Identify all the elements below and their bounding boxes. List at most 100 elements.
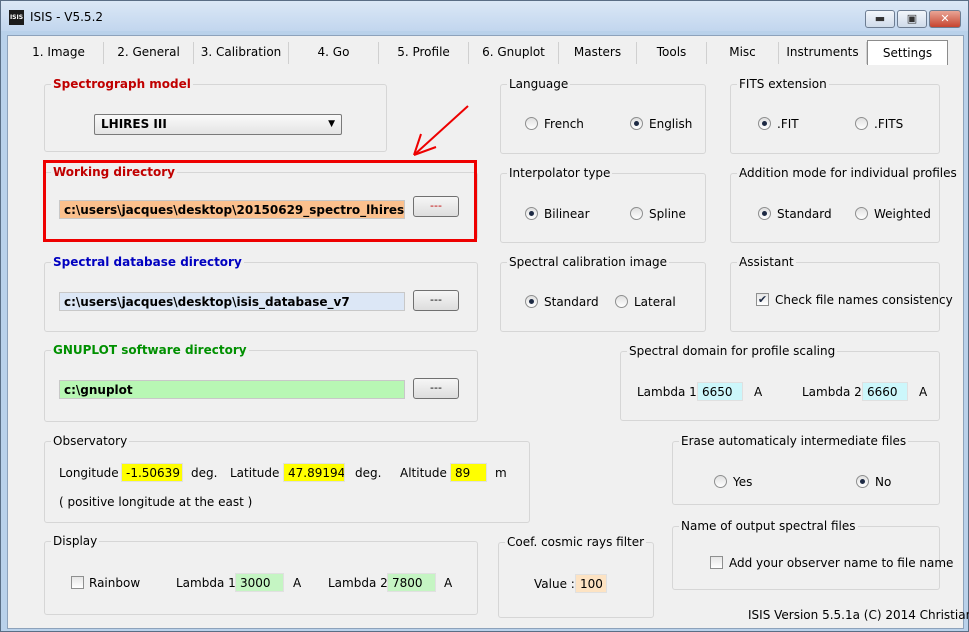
display-lambda2-unit: A xyxy=(444,576,453,590)
spline-radio[interactable] xyxy=(630,207,643,220)
altitude-input[interactable]: 89 xyxy=(450,463,487,482)
assistant-label: Assistant xyxy=(737,255,796,269)
spectrograph-select[interactable]: LHIRES III ▼ xyxy=(94,114,342,135)
bilinear-label: Bilinear xyxy=(544,207,590,221)
tab-image[interactable]: 1. Image xyxy=(14,42,104,64)
erase-no-radio[interactable] xyxy=(856,475,869,488)
tab-general[interactable]: 2. General xyxy=(104,42,194,64)
red-arrow-icon xyxy=(413,105,469,156)
maximize-button[interactable]: ▣ xyxy=(897,10,927,28)
addition-label: Addition mode for individual profiles xyxy=(737,166,959,180)
fit-label: .FIT xyxy=(777,117,799,131)
cosmic-group: Coef. cosmic rays filter Value : 100 xyxy=(498,535,654,618)
display-lambda1-unit: A xyxy=(293,576,302,590)
addition-standard-label: Standard xyxy=(777,207,832,221)
bilinear-radio[interactable] xyxy=(525,207,538,220)
tab-profile[interactable]: 5. Profile xyxy=(379,42,469,64)
french-radio[interactable] xyxy=(525,117,538,130)
longitude-input[interactable]: -1.50639 xyxy=(121,463,183,482)
check-names-label: Check file names consistency xyxy=(775,293,953,307)
isis-logo-icon: ISIS xyxy=(9,10,24,25)
minimize-button[interactable]: ▬ xyxy=(865,10,895,28)
fits-group: FITS extension .FIT .FITS xyxy=(730,77,940,154)
close-button[interactable]: ✕ xyxy=(929,10,961,28)
domain-lambda2-unit: A xyxy=(919,385,928,399)
addition-group: Addition mode for individual profiles St… xyxy=(730,166,959,243)
display-group: Display Rainbow Lambda 1 : 3000 A Lambda… xyxy=(44,534,478,615)
interpolator-group: Interpolator type Bilinear Spline xyxy=(500,166,706,243)
spectrograph-group: Spectrograph model LHIRES III ▼ xyxy=(44,77,387,152)
calib-image-group: Spectral calibration image Standard Late… xyxy=(500,255,706,332)
tab-masters[interactable]: Masters xyxy=(559,42,637,64)
rainbow-label: Rainbow xyxy=(89,576,141,590)
display-lambda2-label: Lambda 2 : xyxy=(328,576,396,590)
longitude-unit: deg. xyxy=(191,466,218,480)
database-dir-group: Spectral database directory c:\users\jac… xyxy=(44,255,478,332)
language-group: Language French English xyxy=(500,77,706,154)
cosmic-value-input[interactable]: 100 xyxy=(575,574,607,593)
tab-gnuplot[interactable]: 6. Gnuplot xyxy=(469,42,559,64)
domain-lambda1-unit: A xyxy=(754,385,763,399)
window-title: ISIS - V5.5.2 xyxy=(30,10,104,24)
tab-settings[interactable]: Settings xyxy=(867,40,948,65)
check-names-checkbox[interactable]: ✔ xyxy=(756,293,769,306)
display-lambda1-input[interactable]: 3000 xyxy=(235,573,284,592)
output-group: Name of output spectral files Add your o… xyxy=(672,519,953,590)
erase-group: Erase automaticaly intermediate files Ye… xyxy=(672,434,940,505)
gnuplot-dir-group: GNUPLOT software directory c:\gnuplot --… xyxy=(44,343,478,422)
longitude-label: Longitude : xyxy=(59,466,127,480)
database-dir-browse-button[interactable]: --- xyxy=(413,290,459,311)
altitude-unit: m xyxy=(495,466,507,480)
display-lambda1-label: Lambda 1 : xyxy=(176,576,244,590)
gnuplot-dir-browse-button[interactable]: --- xyxy=(413,378,459,399)
observer-name-checkbox[interactable] xyxy=(710,556,723,569)
domain-lambda1-input[interactable]: 6650 xyxy=(697,382,743,401)
domain-lambda2-label: Lambda 2 : xyxy=(802,385,870,399)
calib-standard-label: Standard xyxy=(544,295,599,309)
latitude-input[interactable]: 47.89194 xyxy=(283,463,345,482)
erase-yes-radio[interactable] xyxy=(714,475,727,488)
domain-lambda2-input[interactable]: 6660 xyxy=(862,382,908,401)
domain-lambda1-label: Lambda 1 : xyxy=(637,385,705,399)
title-bar[interactable]: ISIS ISIS - V5.5.2 ▬ ▣ ✕ xyxy=(1,1,968,31)
english-radio[interactable] xyxy=(630,117,643,130)
gnuplot-dir-label: GNUPLOT software directory xyxy=(51,343,249,357)
lateral-radio[interactable] xyxy=(615,295,628,308)
fit-radio[interactable] xyxy=(758,117,771,130)
weighted-radio[interactable] xyxy=(855,207,868,220)
calib-image-label: Spectral calibration image xyxy=(507,255,670,269)
altitude-label: Altitude : xyxy=(400,466,455,480)
database-dir-input[interactable]: c:\users\jacques\desktop\isis_database_v… xyxy=(59,292,405,311)
calib-standard-radio[interactable] xyxy=(525,295,538,308)
erase-yes-label: Yes xyxy=(733,475,753,489)
display-lambda2-input[interactable]: 7800 xyxy=(387,573,436,592)
fits-label: FITS extension xyxy=(737,77,829,91)
rainbow-checkbox[interactable] xyxy=(71,576,84,589)
settings-panel: 1. Image 2. General 3. Calibration 4. Go… xyxy=(7,35,969,629)
highlight-box xyxy=(43,160,477,242)
gnuplot-dir-input[interactable]: c:\gnuplot xyxy=(59,380,405,399)
addition-standard-radio[interactable] xyxy=(758,207,771,220)
erase-no-label: No xyxy=(875,475,892,489)
tab-misc[interactable]: Misc xyxy=(707,42,779,64)
weighted-label: Weighted xyxy=(874,207,931,221)
observatory-label: Observatory xyxy=(51,434,130,448)
spline-label: Spline xyxy=(649,207,686,221)
erase-label: Erase automaticaly intermediate files xyxy=(679,434,909,448)
tab-tools[interactable]: Tools xyxy=(637,42,707,64)
observer-name-label: Add your observer name to file name xyxy=(729,556,954,570)
latitude-label: Latitude : xyxy=(230,466,288,480)
tab-instruments[interactable]: Instruments xyxy=(779,42,867,64)
fits-radio[interactable] xyxy=(855,117,868,130)
french-label: French xyxy=(544,117,584,131)
database-dir-label: Spectral database directory xyxy=(51,255,244,269)
spectrograph-value: LHIRES III xyxy=(101,117,167,131)
longitude-note: ( positive longitude at the east ) xyxy=(59,495,253,509)
tab-go[interactable]: 4. Go xyxy=(289,42,379,64)
tab-calibration[interactable]: 3. Calibration xyxy=(194,42,289,64)
version-footer: ISIS Version 5.5.1a (C) 2014 Christian B… xyxy=(748,608,969,622)
chevron-down-icon: ▼ xyxy=(328,119,335,129)
english-label: English xyxy=(649,117,693,131)
cosmic-label: Coef. cosmic rays filter xyxy=(505,535,647,549)
cosmic-value-label: Value : xyxy=(534,577,575,591)
